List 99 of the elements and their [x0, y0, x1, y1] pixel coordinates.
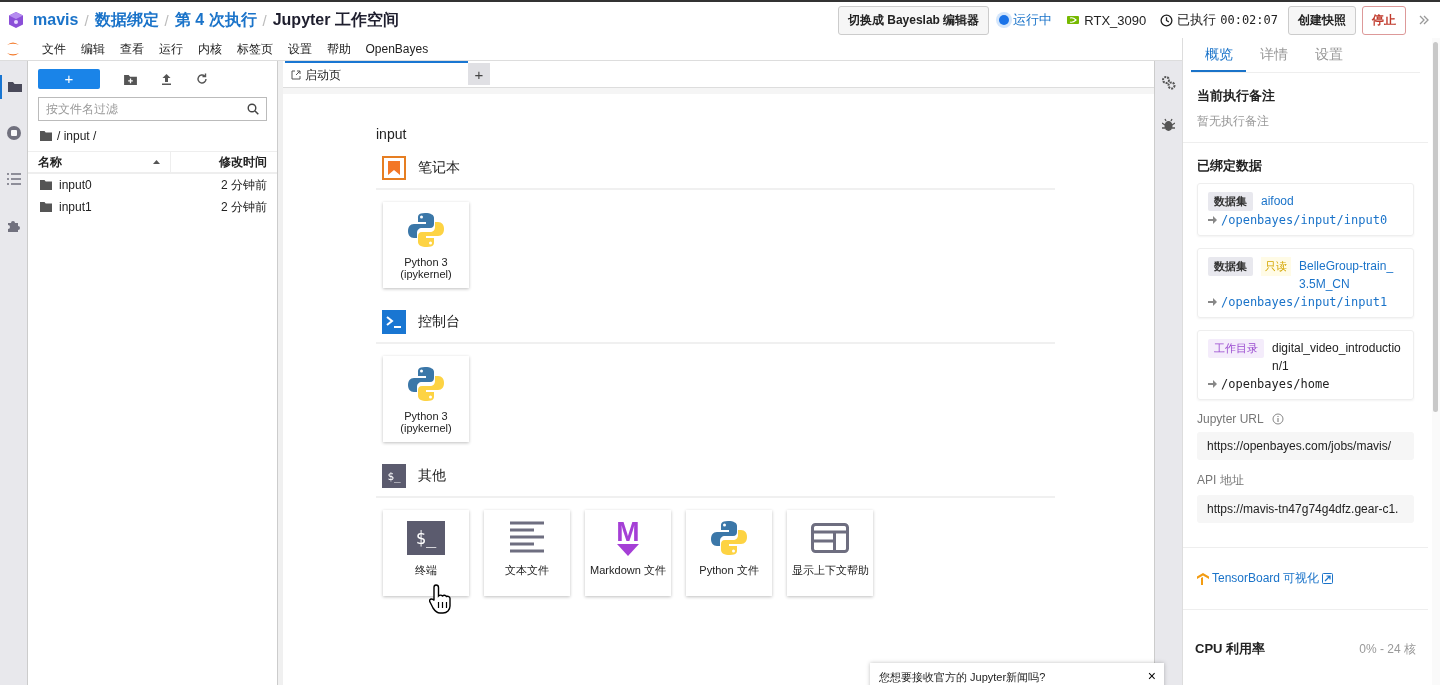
- jupyter-logo-icon: [6, 41, 20, 57]
- switch-editor-button[interactable]: 切换成 Bayeslab 编辑器: [837, 5, 990, 35]
- new-launcher-button[interactable]: +: [38, 69, 100, 89]
- modified-time: 2 分钟前: [221, 198, 267, 216]
- section-title: 笔记本: [418, 159, 460, 177]
- search-icon: [247, 103, 259, 115]
- folder-icon: [40, 131, 52, 141]
- section-heading: CPU 利用率: [1195, 640, 1266, 658]
- bug-icon[interactable]: [1162, 118, 1175, 132]
- gears-icon[interactable]: [1161, 75, 1176, 90]
- section-title: 控制台: [418, 313, 460, 331]
- file-name[interactable]: input0: [59, 178, 214, 192]
- menu-item[interactable]: 帮助: [319, 40, 358, 58]
- launcher-card[interactable]: M Markdown 文件: [585, 510, 671, 596]
- type-tag: 工作目录: [1208, 339, 1264, 358]
- menu-item[interactable]: 设置: [280, 40, 319, 58]
- console-icon: [382, 310, 406, 334]
- menu-item[interactable]: 编辑: [73, 40, 112, 58]
- menu-item[interactable]: OpenBayes: [358, 42, 436, 56]
- breadcrumb-separator: /: [164, 11, 169, 29]
- breadcrumb-separator: /: [84, 11, 89, 29]
- arrow-right-icon: [1208, 298, 1217, 306]
- page-title: Jupyter 工作空间: [272, 9, 399, 30]
- field-label: API 地址: [1197, 472, 1244, 489]
- close-button[interactable]: ×: [1147, 670, 1156, 682]
- section-heading: 当前执行备注: [1197, 87, 1276, 105]
- section-heading: 已绑定数据: [1197, 157, 1263, 175]
- readonly-badge: 只读: [1261, 257, 1291, 276]
- status-label: 运行中: [1013, 11, 1053, 29]
- arrow-right-icon: [1208, 380, 1217, 388]
- launcher-title: input: [376, 126, 408, 142]
- python-logo-icon: [407, 365, 445, 403]
- stop-button[interactable]: 停止: [1362, 5, 1406, 35]
- launcher-card[interactable]: $_ 终端: [383, 510, 469, 596]
- launcher-card[interactable]: 显示上下文帮助: [787, 510, 873, 596]
- launcher-card[interactable]: Python 3 (ipykernel): [383, 356, 469, 442]
- sort-ascending-icon: [153, 160, 160, 164]
- folder-icon: [40, 202, 52, 212]
- collapse-icon[interactable]: [1418, 14, 1430, 26]
- breadcrumb-link[interactable]: 数据绑定: [94, 9, 159, 31]
- launcher-card[interactable]: Python 文件: [686, 510, 772, 596]
- launcher-card[interactable]: Python 3 (ipykernel): [383, 202, 469, 288]
- terminal-icon: $_: [382, 464, 406, 488]
- cpu-reading: 0% - 24 核: [1359, 640, 1416, 658]
- python-logo-icon: [710, 519, 748, 557]
- clock-icon: [1160, 13, 1174, 27]
- new-folder-icon[interactable]: [124, 73, 137, 85]
- folder-icon: [40, 180, 52, 190]
- modified-time: 2 分钟前: [221, 176, 267, 194]
- refresh-icon[interactable]: [196, 73, 208, 85]
- field-label: Jupyter URL: [1197, 412, 1264, 426]
- external-link-icon[interactable]: [1322, 573, 1334, 584]
- directory-name: digital_video_introduction/1: [1272, 340, 1402, 375]
- url-field[interactable]: https://mavis-tn47g74g4dfz.gear-c1.: [1197, 495, 1414, 523]
- menu-item[interactable]: 查看: [112, 40, 151, 58]
- menu-item[interactable]: 内核: [190, 40, 229, 58]
- type-tag: 数据集: [1208, 257, 1253, 276]
- bookmark-icon: [382, 156, 406, 180]
- panel-tab[interactable]: 概览: [1191, 38, 1246, 72]
- mount-path: /openbayes/home: [1221, 377, 1330, 391]
- cube-logo-icon: [7, 11, 25, 29]
- menu-item[interactable]: 标签页: [229, 40, 280, 58]
- section-title: 其他: [418, 467, 446, 485]
- launch-icon: [291, 70, 301, 80]
- tensorboard-link[interactable]: TensorBoard 可视化: [1212, 570, 1320, 587]
- column-header[interactable]: 名称: [28, 152, 171, 172]
- url-field[interactable]: https://openbayes.com/jobs/mavis/: [1197, 432, 1414, 460]
- dataset-link[interactable]: BelleGroup-train_3.5M_CN: [1299, 257, 1403, 293]
- elapsed-label: 已执行: [1177, 11, 1217, 29]
- scrollbar-thumb[interactable]: [1433, 42, 1438, 412]
- breadcrumb-link[interactable]: mavis: [33, 11, 79, 29]
- notification-text: 您想要接收官方的 Jupyter新闻吗?: [879, 670, 1046, 685]
- menu-item[interactable]: 文件: [34, 40, 73, 58]
- breadcrumb-separator: /: [262, 11, 267, 29]
- dataset-link[interactable]: aifood: [1261, 192, 1294, 210]
- file-name[interactable]: input1: [59, 200, 214, 214]
- add-tab-button[interactable]: +: [468, 63, 490, 85]
- terminal-icon: $_: [407, 521, 445, 555]
- launcher-card[interactable]: 文本文件: [484, 510, 570, 596]
- mount-path[interactable]: /openbayes/input/input1: [1221, 295, 1388, 309]
- gpu-label: RTX_3090: [1084, 12, 1147, 28]
- layout-window-icon: [811, 523, 849, 553]
- note-text: 暂无执行备注: [1197, 113, 1270, 130]
- type-tag: 数据集: [1208, 192, 1253, 211]
- elapsed-time: 00:02:07: [1220, 13, 1278, 27]
- tensorboard-logo-icon: [1197, 572, 1209, 585]
- python-logo-icon: [407, 211, 445, 249]
- filter-field[interactable]: 按文件名过滤: [38, 97, 267, 121]
- arrow-right-icon: [1208, 216, 1217, 224]
- gpu-chip-icon: [1066, 15, 1081, 25]
- info-icon: [1271, 413, 1284, 425]
- text-lines-icon: [510, 521, 544, 555]
- menu-item[interactable]: 运行: [151, 40, 190, 58]
- breadcrumb-link[interactable]: 第 4 次执行: [174, 9, 257, 31]
- upload-icon[interactable]: [161, 73, 172, 85]
- column-header[interactable]: 修改时间: [171, 152, 277, 172]
- snapshot-button[interactable]: 创建快照: [1288, 5, 1356, 35]
- mount-path[interactable]: /openbayes/input/input0: [1221, 213, 1388, 227]
- current-path[interactable]: / input /: [57, 129, 97, 143]
